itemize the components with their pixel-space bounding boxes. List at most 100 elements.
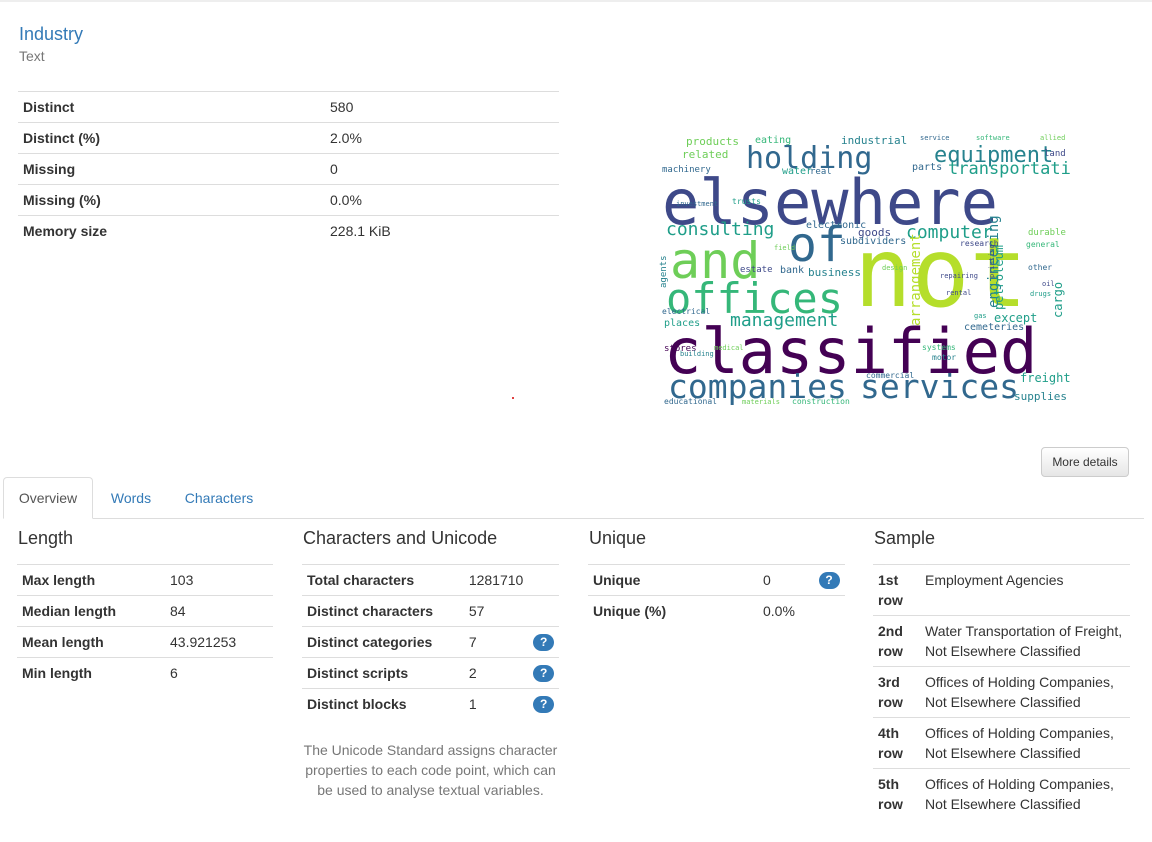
- tab-characters[interactable]: Characters: [171, 477, 267, 518]
- sample-value: Employment Agencies: [920, 564, 1130, 616]
- table-row: Missing 0: [18, 153, 559, 185]
- wordcloud-word: general: [1026, 240, 1060, 249]
- stat-label: Median length: [17, 595, 165, 627]
- wordcloud-word: trusts: [732, 197, 761, 206]
- wordcloud-word: industrial: [841, 134, 907, 147]
- table-row: Max length 103: [17, 564, 273, 596]
- wordcloud-word: eating: [755, 135, 791, 146]
- wordcloud-word: materials: [742, 398, 780, 406]
- stat-label: Memory size: [18, 215, 325, 246]
- wordcloud-image: notclassifiedelsewhereand ofofficescompan…: [658, 128, 1072, 408]
- wordcloud-word: land: [1044, 149, 1066, 159]
- stat-value: 228.1 KiB: [325, 215, 559, 246]
- stat-value: 103: [165, 564, 273, 596]
- wordcloud-word: printing: [988, 244, 996, 278]
- stat-label: Distinct categories: [302, 626, 464, 658]
- stat-label: Max length: [17, 564, 165, 596]
- stat-value: 84: [165, 595, 273, 627]
- table-row: Min length 6: [17, 657, 273, 688]
- sample-label: 3rd row: [873, 666, 920, 718]
- stat-value: 7: [463, 626, 529, 658]
- wordcloud-word: rental: [946, 289, 971, 297]
- sample-label: 5th row: [873, 768, 920, 819]
- stat-value: 580: [325, 91, 559, 123]
- table-row: Unique 0?: [588, 564, 845, 596]
- wordcloud-word: bank: [780, 265, 804, 276]
- table-row: Memory size 228.1 KiB: [18, 215, 559, 246]
- sample-title: Sample: [874, 528, 936, 548]
- table-row: Median length 84: [17, 595, 273, 627]
- variable-name-link[interactable]: Industry: [19, 24, 83, 45]
- wordcloud-word: commercial: [866, 371, 914, 380]
- table-row: Distinct blocks 1?: [302, 688, 559, 719]
- wordcloud-word: estate: [740, 265, 773, 275]
- summary-table: Distinct 580 Distinct (%) 2.0% Missing 0 Mi…: [18, 91, 559, 246]
- wordcloud-word: building: [680, 350, 714, 358]
- table-row: Distinct 580: [18, 91, 559, 123]
- stat-label: Unique (%): [588, 595, 758, 626]
- wordcloud-word: agents: [659, 255, 669, 288]
- wordcloud-word: software: [976, 134, 1010, 142]
- stat-label: Distinct characters: [302, 595, 464, 627]
- sample-value: Offices of Holding Companies, Not Elsewh…: [920, 666, 1130, 718]
- stat-label: Distinct (%): [18, 122, 325, 154]
- wordcloud-word: supplies: [1014, 390, 1067, 403]
- help-icon[interactable]: ?: [533, 633, 555, 651]
- wordcloud-word: service: [920, 134, 950, 142]
- stat-label: Total characters: [302, 564, 464, 596]
- stat-label: Mean length: [17, 626, 165, 658]
- wordcloud-word: parts: [912, 162, 942, 173]
- table-row: Distinct (%) 2.0%: [18, 122, 559, 154]
- stat-label: Unique: [588, 564, 758, 596]
- wordcloud-word: oil: [1042, 280, 1055, 288]
- sample-table: 1st row Employment Agencies 2nd row Water …: [873, 564, 1130, 819]
- wordcloud-word: cemeteries: [964, 322, 1024, 333]
- table-row: Unique (%) 0.0%: [588, 595, 845, 626]
- top-divider: [0, 0, 1152, 2]
- tab-words[interactable]: Words: [98, 477, 164, 518]
- wordcloud-word: field: [774, 244, 795, 252]
- unicode-note: The Unicode Standard assigns character p…: [303, 742, 558, 798]
- table-row: 3rd row Offices of Holding Companies, Not…: [873, 666, 1130, 718]
- stat-value: 6: [165, 657, 273, 688]
- sample-label: 4th row: [873, 717, 920, 769]
- wordcloud-word: allied: [1040, 134, 1065, 142]
- wordcloud-word: real: [810, 167, 832, 177]
- wordcloud-word: systems: [922, 343, 956, 352]
- help-icon[interactable]: ?: [818, 571, 840, 589]
- help-icon[interactable]: ?: [533, 664, 555, 682]
- stat-label: Distinct blocks: [302, 688, 464, 719]
- table-row: Distinct characters 57: [302, 595, 559, 627]
- wordcloud-word: consulting: [666, 219, 774, 240]
- wordcloud-word: places: [664, 318, 700, 329]
- unique-table: Unique 0? Unique (%) 0.0%: [588, 564, 845, 626]
- wordcloud-word: motor: [932, 353, 956, 362]
- wordcloud-word: construction: [792, 397, 850, 406]
- characters-title: Characters and Unicode: [303, 528, 498, 548]
- wordcloud-word: medical: [714, 344, 744, 352]
- tab-bar: Overview Words Characters: [3, 477, 1144, 519]
- wordcloud-word: freight: [1020, 371, 1071, 385]
- stat-value: 1281710: [463, 564, 529, 596]
- wordcloud-word: electronic: [806, 220, 866, 231]
- wordcloud-word: investment: [676, 200, 718, 208]
- stat-value: 1: [463, 688, 529, 719]
- stat-value: 0: [325, 153, 559, 185]
- stat-value: 43.921253: [165, 626, 273, 658]
- table-row: Mean length 43.921253: [17, 626, 273, 658]
- sample-label: 2nd row: [873, 615, 920, 667]
- wordcloud-word: management: [730, 310, 838, 331]
- table-row: 4th row Offices of Holding Companies, Not…: [873, 717, 1130, 769]
- wordcloud-word: transportation: [948, 159, 1072, 179]
- more-details-button[interactable]: More details: [1041, 447, 1129, 477]
- wordcloud-word: machinery: [662, 165, 711, 175]
- stat-value: 0.0%: [758, 595, 813, 626]
- wordcloud-word: drugs: [1030, 290, 1051, 298]
- help-icon[interactable]: ?: [533, 695, 555, 713]
- length-table: Max length 103 Median length 84 Mean lengt…: [17, 564, 273, 688]
- tab-overview[interactable]: Overview: [3, 477, 93, 519]
- stat-label: Distinct: [18, 91, 325, 123]
- unique-title: Unique: [589, 528, 647, 548]
- table-row: Distinct categories 7?: [302, 626, 559, 658]
- sample-value: Offices of Holding Companies, Not Elsewh…: [920, 717, 1130, 769]
